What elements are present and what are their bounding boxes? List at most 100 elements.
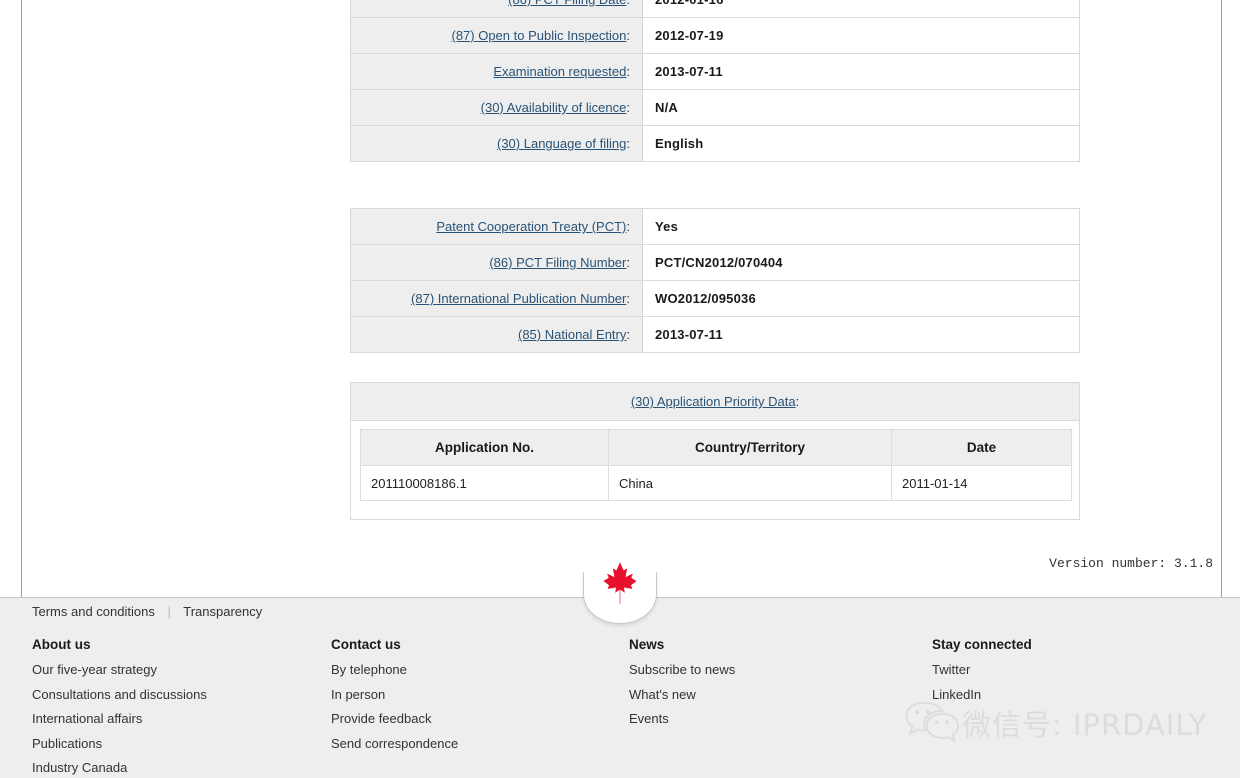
footer-heading-contact-us: Contact us <box>331 637 401 652</box>
priority-data-caption: (30) Application Priority Data: <box>351 383 1079 421</box>
topbar-separator: | <box>167 604 171 619</box>
list-item: Publications <box>32 736 207 751</box>
table-row: (86) PCT Filing Number: PCT/CN2012/07040… <box>350 244 1080 281</box>
field-label-link[interactable]: Examination requested <box>493 64 626 79</box>
footer-link-list: Our five-year strategy Consultations and… <box>32 662 207 775</box>
row-value-cell: 2013-07-11 <box>642 316 1080 353</box>
list-item: Send correspondence <box>331 736 458 751</box>
footer-link-list: Twitter LinkedIn <box>932 662 1032 702</box>
footer-link-linkedin[interactable]: LinkedIn <box>932 687 981 702</box>
content-area: (86) PCT Filing Date: 2012-01-16 (87) Op… <box>0 0 1240 598</box>
field-label-link[interactable]: (30) Language of filing <box>497 136 626 151</box>
row-label-cell: (87) Open to Public Inspection: <box>350 17 643 54</box>
row-label-cell: Patent Cooperation Treaty (PCT): <box>350 208 643 245</box>
footer-link-events[interactable]: Events <box>629 711 669 726</box>
label-colon: : <box>626 291 630 306</box>
page-root: (86) PCT Filing Date: 2012-01-16 (87) Op… <box>0 0 1240 778</box>
label-colon: : <box>626 327 630 342</box>
table-row: Patent Cooperation Treaty (PCT): Yes <box>350 208 1080 245</box>
column-header-country: Country/Territory <box>608 429 892 466</box>
row-value-cell: WO2012/095036 <box>642 280 1080 317</box>
row-label-cell: (30) Availability of licence: <box>350 89 643 126</box>
footer-heading-stay-connected: Stay connected <box>932 637 1032 652</box>
field-label-link[interactable]: (87) Open to Public Inspection <box>451 28 626 43</box>
footer-heading-about-us: About us <box>32 637 91 652</box>
field-label-link[interactable]: Patent Cooperation Treaty (PCT) <box>436 219 626 234</box>
footer-link-our-five-year-strategy[interactable]: Our five-year strategy <box>32 662 157 677</box>
label-colon: : <box>626 136 630 151</box>
footer-link-transparency[interactable]: Transparency <box>183 604 262 619</box>
list-item: Subscribe to news <box>629 662 735 677</box>
footer-link-list: Subscribe to news What's new Events <box>629 662 735 726</box>
row-value-cell: N/A <box>642 89 1080 126</box>
site-footer: Terms and conditions | Transparency Abou… <box>0 562 1240 778</box>
label-colon: : <box>626 100 630 115</box>
table-row: (85) National Entry: 2013-07-11 <box>350 316 1080 353</box>
field-label-link[interactable]: (86) PCT Filing Date <box>508 0 626 7</box>
table-row: (87) International Publication Number: W… <box>350 280 1080 317</box>
column-header-date: Date <box>891 429 1072 466</box>
row-value-cell: Yes <box>642 208 1080 245</box>
list-item: Consultations and discussions <box>32 687 207 702</box>
footer-column-about-us: About us Our five-year strategy Consulta… <box>32 637 207 778</box>
footer-link-by-telephone[interactable]: By telephone <box>331 662 407 677</box>
label-colon: : <box>626 255 630 270</box>
footer-link-provide-feedback[interactable]: Provide feedback <box>331 711 431 726</box>
footer-link-industry-canada[interactable]: Industry Canada <box>32 760 127 775</box>
priority-data-link[interactable]: (30) Application Priority Data <box>631 394 796 409</box>
row-label-cell: Examination requested: <box>350 53 643 90</box>
caption-colon: : <box>795 394 800 409</box>
cell-country: China <box>608 465 892 501</box>
footer-link-subscribe-to-news[interactable]: Subscribe to news <box>629 662 735 677</box>
row-value-cell: PCT/CN2012/070404 <box>642 244 1080 281</box>
footer-link-terms-and-conditions[interactable]: Terms and conditions <box>32 604 155 619</box>
patent-dates-table: (86) PCT Filing Date: 2012-01-16 (87) Op… <box>350 0 1080 162</box>
list-item: Provide feedback <box>331 711 458 726</box>
row-label-cell: (86) PCT Filing Number: <box>350 244 643 281</box>
cell-date: 2011-01-14 <box>891 465 1072 501</box>
footer-link-twitter[interactable]: Twitter <box>932 662 970 677</box>
list-item: International affairs <box>32 711 207 726</box>
row-label-cell: (87) International Publication Number: <box>350 280 643 317</box>
label-colon: : <box>626 28 630 43</box>
table-header-row: Application No. Country/Territory Date <box>360 429 1072 466</box>
table-row: (30) Language of filing: English <box>350 125 1080 162</box>
table-row: (30) Availability of licence: N/A <box>350 89 1080 126</box>
priority-data-table: Application No. Country/Territory Date 2… <box>360 429 1072 501</box>
table-row: (87) Open to Public Inspection: 2012-07-… <box>350 17 1080 54</box>
priority-table-wrapper: Application No. Country/Territory Date 2… <box>351 421 1079 519</box>
field-label-link[interactable]: (86) PCT Filing Number <box>489 255 626 270</box>
footer-link-in-person[interactable]: In person <box>331 687 385 702</box>
list-item: LinkedIn <box>932 687 1032 702</box>
footer-link-publications[interactable]: Publications <box>32 736 102 751</box>
footer-link-whats-new[interactable]: What's new <box>629 687 696 702</box>
right-rail-divider <box>1221 0 1222 598</box>
footer-column-contact-us: Contact us By telephone In person Provid… <box>331 637 458 760</box>
field-label-link[interactable]: (85) National Entry <box>518 327 626 342</box>
field-label-link[interactable]: (30) Availability of licence <box>481 100 627 115</box>
label-colon: : <box>626 219 630 234</box>
field-label-link[interactable]: (87) International Publication Number <box>411 291 626 306</box>
label-colon: : <box>626 0 630 7</box>
footer-topbar: Terms and conditions | Transparency <box>0 598 1240 626</box>
footer-link-send-correspondence[interactable]: Send correspondence <box>331 736 458 751</box>
label-colon: : <box>626 64 630 79</box>
row-value-cell: 2012-07-19 <box>642 17 1080 54</box>
footer-column-news: News Subscribe to news What's new Events <box>629 637 735 736</box>
list-item: Twitter <box>932 662 1032 677</box>
column-header-application-no: Application No. <box>360 429 609 466</box>
pct-details-table: Patent Cooperation Treaty (PCT): Yes (86… <box>350 208 1080 353</box>
row-label-cell: (85) National Entry: <box>350 316 643 353</box>
footer-link-list: By telephone In person Provide feedback … <box>331 662 458 751</box>
list-item: Events <box>629 711 735 726</box>
list-item: Industry Canada <box>32 760 207 775</box>
footer-link-consultations-and-discussions[interactable]: Consultations and discussions <box>32 687 207 702</box>
row-label-cell: (30) Language of filing: <box>350 125 643 162</box>
table-row: (86) PCT Filing Date: 2012-01-16 <box>350 0 1080 18</box>
row-label-cell: (86) PCT Filing Date: <box>350 0 643 18</box>
footer-link-international-affairs[interactable]: International affairs <box>32 711 142 726</box>
row-value-cell: 2013-07-11 <box>642 53 1080 90</box>
table-row: 201110008186.1 China 2011-01-14 <box>360 465 1072 501</box>
list-item: By telephone <box>331 662 458 677</box>
footer-column-stay-connected: Stay connected Twitter LinkedIn <box>932 637 1032 711</box>
